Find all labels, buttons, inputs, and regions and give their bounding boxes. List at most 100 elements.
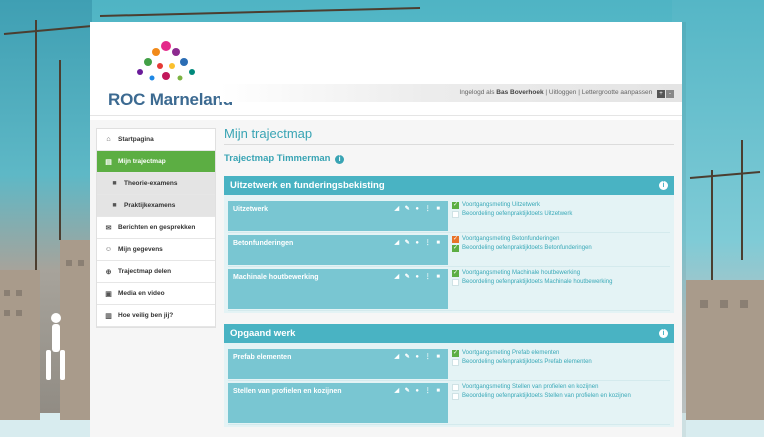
status-empty-icon (452, 279, 459, 286)
module-links: ✓ Voortgangsmeting Prefab elementen Beoord… (452, 349, 666, 367)
module-links: ✓ Voortgangsmeting Betonfunderingen ✓ Beoor… (452, 235, 666, 253)
logged-in-label: Ingelogd als (459, 89, 495, 96)
share-icon: ⊕ (105, 268, 112, 276)
section-panel: Uitzetwerk en funderingsbekisting i Uitzet… (224, 176, 674, 313)
logout-link[interactable]: Uitloggen (549, 89, 576, 96)
sidebar: ⌂ Startpagina ▤ Mijn trajectmap ■ Theorie-exa… (96, 128, 216, 328)
module-title: Stellen van profielen en kozijnen (233, 388, 342, 395)
check-icon: ✓ (453, 245, 459, 251)
sidebar-item-label: Mijn trajectmap (118, 158, 166, 165)
logo-flower-icon (137, 41, 195, 81)
info-icon[interactable]: i (335, 155, 345, 164)
assessment-link[interactable]: Beoordeling oefenpraktijktoets Machinale… (452, 278, 666, 287)
assessment-link[interactable]: Beoordeling oefenpraktijktoets Prefab el… (452, 358, 666, 367)
section-header[interactable]: Uitzetwerk en funderingsbekisting i (224, 176, 674, 195)
sidebar-item[interactable]: ⊕ Trajectmap delen (97, 261, 215, 283)
assessment-link-text: Voortgangsmeting Machinale houtbewerking (462, 270, 581, 276)
assessment-link[interactable]: Beoordeling oefenpraktijktoets Uitzetwer… (452, 210, 666, 219)
header: ROC Marneland Ingelogd als Bas Boverhoek… (90, 22, 682, 116)
check-icon: ✓ (453, 350, 459, 356)
user-icon: ☺ (104, 246, 113, 253)
section-title: Uitzetwerk en funderingsbekisting (230, 180, 385, 191)
sidebar-item-label: Mijn gegevens (118, 246, 163, 253)
sidebar-item[interactable]: ▥ Hoe veilig ben jij? (97, 305, 215, 327)
book-icon: ■ (112, 202, 117, 209)
module-row: Machinale houtbewerking ◢ ✎ ● ⋮ ■ ✓ Voortga… (228, 267, 670, 311)
title-divider (224, 144, 674, 145)
separator: | (578, 89, 580, 96)
sidebar-item[interactable]: ▤ Mijn trajectmap (97, 151, 215, 173)
module-row: Stellen van profielen en kozijnen ◢ ✎ ● ⋮… (228, 381, 670, 425)
module-links: ✓ Voortgangsmeting Machinale houtbewerkin… (452, 269, 666, 287)
check-icon: ✓ (453, 236, 459, 242)
assessment-link-text: Beoordeling oefenpraktijktoets Prefab el… (462, 359, 592, 365)
sidebar-item[interactable]: ■ Praktijkexamens (97, 195, 215, 217)
font-decrease-icon[interactable]: - (666, 90, 674, 98)
section-title: Opgaand werk (230, 328, 296, 339)
module-tools-icons[interactable]: ◢ ✎ ● ⋮ ■ (394, 273, 442, 280)
assessment-link-text: Beoordeling oefenpraktijktoets Machinale… (462, 279, 613, 285)
font-increase-icon[interactable]: + (657, 90, 665, 98)
sidebar-item[interactable]: ✉ Berichten en gesprekken (97, 217, 215, 239)
module-tools-icons[interactable]: ◢ ✎ ● ⋮ ■ (394, 353, 442, 360)
assessment-link-text: Voortgangsmeting Prefab elementen (462, 350, 560, 356)
check-icon: ✓ (453, 202, 459, 208)
module-tile[interactable]: Machinale houtbewerking ◢ ✎ ● ⋮ ■ (228, 269, 448, 309)
status-green-icon: ✓ (452, 350, 459, 357)
module-tools-icons[interactable]: ◢ ✎ ● ⋮ ■ (394, 239, 442, 246)
assessment-link-text: Beoordeling oefenpraktijktoets Uitzetwer… (462, 211, 573, 217)
sidebar-item-label: Berichten en gesprekken (118, 224, 196, 231)
module-title: Uitzetwerk (233, 206, 269, 213)
assessment-link[interactable]: ✓ Voortgangsmeting Uitzetwerk (452, 201, 666, 210)
assessment-link-text: Voortgangsmeting Uitzetwerk (462, 202, 541, 208)
check-icon: ✓ (453, 270, 459, 276)
module-tools-icons[interactable]: ◢ ✎ ● ⋮ ■ (394, 387, 442, 394)
module-tile[interactable]: Betonfunderingen ◢ ✎ ● ⋮ ■ (228, 235, 448, 265)
info-icon[interactable]: i (659, 181, 668, 190)
status-orange-icon: ✓ (452, 236, 459, 243)
sidebar-item[interactable]: ▣ Media en video (97, 283, 215, 305)
assessment-link[interactable]: ✓ Beoordeling oefenpraktijktoets Betonfun… (452, 244, 666, 253)
module-tile[interactable]: Prefab elementen ◢ ✎ ● ⋮ ■ (228, 349, 448, 379)
module-title: Prefab elementen (233, 354, 292, 361)
assessment-link[interactable]: ✓ Voortgangsmeting Prefab elementen (452, 349, 666, 358)
subtitle-text: Trajectmap Timmerman (224, 153, 331, 164)
info-icon[interactable]: i (659, 329, 668, 338)
sidebar-item[interactable]: ☺ Mijn gegevens (97, 239, 215, 261)
document-icon: ▥ (105, 312, 112, 320)
section-panel: Opgaand werk i Prefab elementen ◢ ✎ ● ⋮ ■ ✓ V… (224, 324, 674, 427)
module-tile[interactable]: Stellen van profielen en kozijnen ◢ ✎ ● ⋮… (228, 383, 448, 423)
assessment-link[interactable]: ✓ Voortgangsmeting Machinale houtbewerkin… (452, 269, 666, 278)
sidebar-item-label: Hoe veilig ben jij? (118, 312, 174, 319)
module-row: Betonfunderingen ◢ ✎ ● ⋮ ■ ✓ Voortgangsmeti… (228, 233, 670, 267)
separator: | (545, 89, 548, 96)
module-links: Voortgangsmeting Stellen van profielen e… (452, 383, 666, 401)
sidebar-item[interactable]: ■ Theorie-examens (97, 173, 215, 195)
assessment-link[interactable]: Voortgangsmeting Stellen van profielen e… (452, 383, 666, 392)
assessment-link-text: Beoordeling oefenpraktijktoets Stellen v… (462, 393, 631, 399)
sidebar-item-label: Startpagina (118, 136, 154, 143)
sidebar-item-label: Trajectmap delen (118, 268, 172, 275)
section-header[interactable]: Opgaand werk i (224, 324, 674, 343)
status-empty-icon (452, 211, 459, 218)
chat-icon: ✉ (105, 224, 112, 232)
assessment-link[interactable]: ✓ Voortgangsmeting Betonfunderingen (452, 235, 666, 244)
logo-text: ROC Marneland (108, 90, 233, 109)
module-tools-icons[interactable]: ◢ ✎ ● ⋮ ■ (394, 205, 442, 212)
module-tile[interactable]: Uitzetwerk ◢ ✎ ● ⋮ ■ (228, 201, 448, 231)
book-icon: ■ (112, 180, 117, 187)
sidebar-item-label: Media en video (118, 290, 165, 297)
window-shadow (682, 22, 686, 437)
subtitle: Trajectmap Timmerman i (224, 153, 345, 164)
module-row: Uitzetwerk ◢ ✎ ● ⋮ ■ ✓ Voortgangsmeting Uit… (228, 199, 670, 233)
sidebar-item[interactable]: ⌂ Startpagina (97, 129, 215, 151)
image-icon: ▣ (105, 290, 112, 298)
status-green-icon: ✓ (452, 270, 459, 277)
assessment-link-text: Voortgangsmeting Betonfunderingen (462, 236, 560, 242)
status-empty-icon (452, 384, 459, 391)
font-size-link[interactable]: Lettergrootte aanpassen (582, 89, 652, 96)
status-empty-icon (452, 359, 459, 366)
status-green-icon: ✓ (452, 245, 459, 252)
assessment-link[interactable]: Beoordeling oefenpraktijktoets Stellen v… (452, 392, 666, 401)
user-name: Bas Boverhoek (496, 89, 544, 96)
